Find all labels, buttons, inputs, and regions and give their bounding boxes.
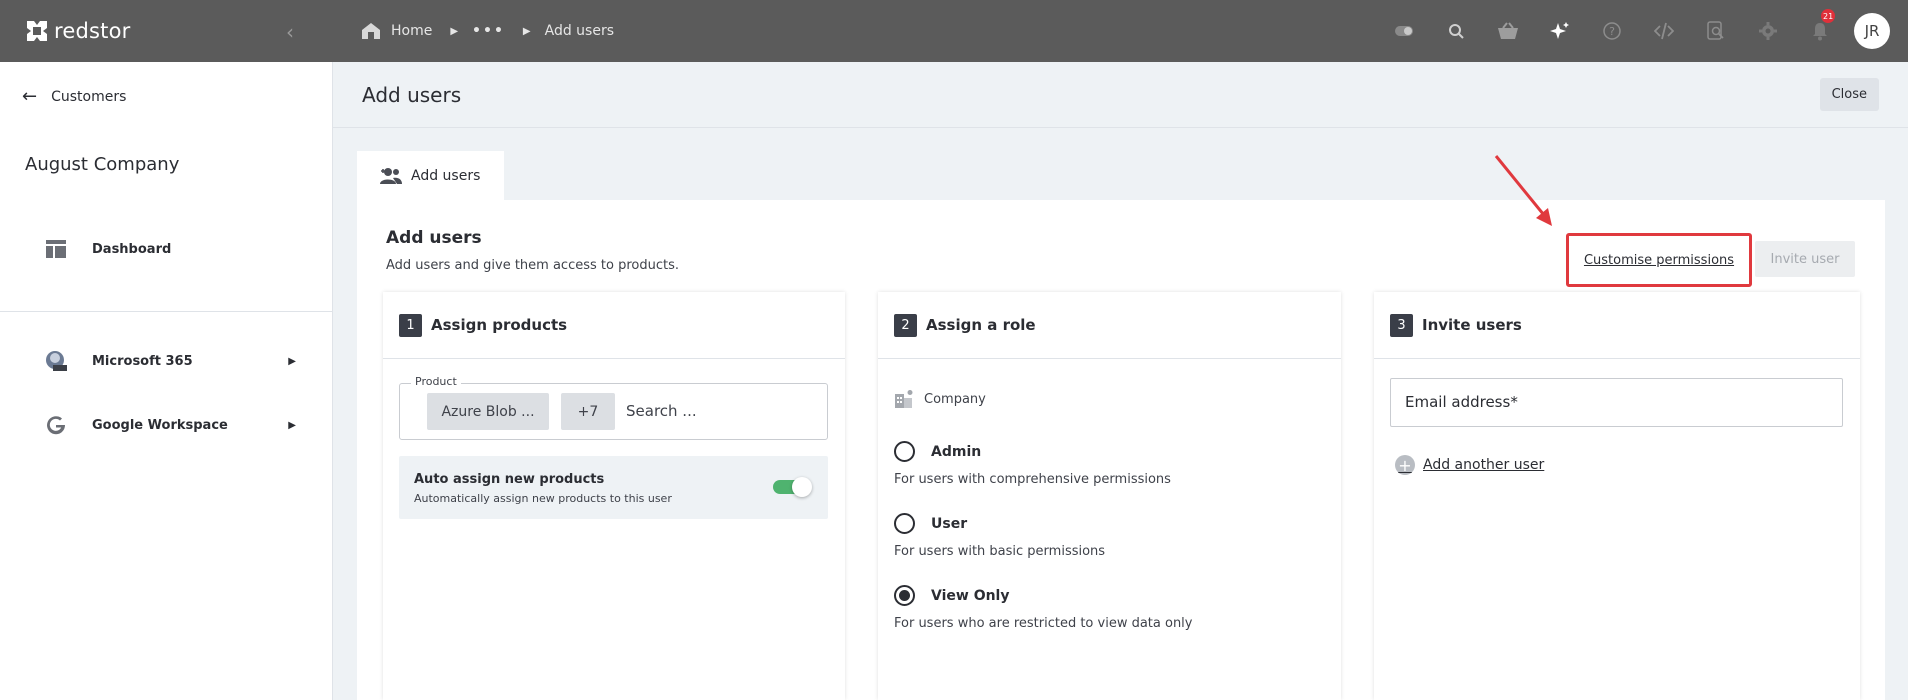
customise-permissions-highlight: Customise permissions — [1566, 233, 1752, 287]
close-button[interactable]: Close — [1819, 78, 1879, 111]
tab-add-users[interactable]: Add users — [357, 151, 504, 200]
sidebar-item-label: Dashboard — [92, 241, 172, 257]
tab-label: Add users — [411, 167, 481, 184]
caret-right-icon[interactable]: ▶ — [288, 356, 296, 367]
role-description: For users with comprehensive permissions — [894, 472, 1171, 487]
annotation-arrow-icon — [1494, 155, 1552, 226]
microsoft-365-icon — [46, 351, 67, 371]
radio-button[interactable] — [894, 441, 915, 462]
search-icon[interactable] — [1430, 23, 1482, 39]
gear-icon[interactable] — [1742, 21, 1794, 41]
back-label: Customers — [51, 88, 127, 105]
svg-text:?: ? — [1609, 25, 1615, 38]
product-select[interactable]: Product Azure Blob ... +7 — [399, 375, 828, 440]
role-option-user[interactable]: User — [894, 513, 967, 534]
role-label: Admin — [931, 443, 982, 460]
bell-icon[interactable]: 21 — [1794, 9, 1846, 41]
more-products-chip[interactable]: +7 — [561, 393, 615, 430]
sidebar: ← Customers August Company Dashboard Mic… — [0, 62, 333, 700]
top-icons: ? 21 JR — [1378, 0, 1908, 62]
toggle-knob — [792, 477, 812, 497]
breadcrumb-home[interactable]: Home — [391, 23, 432, 39]
sidebar-item-label: Google Workspace — [92, 417, 228, 433]
breadcrumb-current: Add users — [544, 23, 614, 39]
product-search-input[interactable] — [626, 402, 816, 420]
step-header: 3 Invite users — [1374, 292, 1860, 359]
product-label: Product — [411, 375, 461, 388]
arrow-left-icon: ← — [22, 86, 38, 107]
brand-name: redstor — [54, 19, 131, 43]
scope-company: Company — [894, 389, 986, 409]
radio-button-selected[interactable] — [894, 585, 915, 606]
sidebar-item-dashboard[interactable]: Dashboard — [46, 240, 171, 258]
role-description: For users with basic permissions — [894, 544, 1106, 559]
chevron-right-icon: ▶ — [450, 25, 459, 37]
role-label: User — [931, 515, 968, 532]
top-bar: redstor ‹ Home ▶ ••• ▶ Add users ? 21 JR — [0, 0, 1908, 62]
step-number: 1 — [399, 313, 422, 337]
notification-badge: 21 — [1821, 9, 1836, 23]
toggle-icon[interactable] — [1378, 26, 1430, 36]
invite-users-panel: 3 Invite users + Add another user — [1374, 292, 1860, 700]
add-another-user-link[interactable]: + Add another user — [1395, 455, 1544, 475]
code-icon[interactable] — [1638, 22, 1690, 40]
auto-assign-panel: Auto assign new products Automatically a… — [399, 456, 828, 519]
avatar[interactable]: JR — [1854, 13, 1890, 49]
step-title: Assign a role — [926, 316, 1036, 334]
sidebar-divider — [0, 311, 333, 312]
radio-button[interactable] — [894, 513, 915, 534]
breadcrumb-ellipsis[interactable]: ••• — [472, 23, 505, 39]
add-users-card: Add users Add users and give them access… — [357, 200, 1885, 700]
step-header: 1 Assign products — [383, 292, 845, 359]
building-icon — [895, 390, 913, 408]
page-header: Add users Close — [333, 62, 1908, 128]
sidebar-item-label: Microsoft 365 — [92, 353, 193, 369]
assign-products-panel: 1 Assign products Product Azure Blob ...… — [383, 292, 845, 700]
google-workspace-icon — [47, 416, 66, 435]
plus-circle-icon: + — [1395, 455, 1415, 475]
card-subtitle: Add users and give them access to produc… — [386, 258, 679, 273]
customise-permissions-link[interactable]: Customise permissions — [1584, 253, 1734, 268]
basket-icon[interactable] — [1482, 22, 1534, 40]
product-chip[interactable]: Azure Blob ... — [427, 393, 549, 430]
brand: redstor ‹ — [0, 0, 333, 62]
step-header: 2 Assign a role — [878, 292, 1341, 359]
redstor-logo-icon — [27, 21, 47, 41]
sidebar-item-microsoft-365[interactable]: Microsoft 365 ▶ — [44, 349, 296, 373]
step-title: Assign products — [431, 316, 568, 334]
card-heading: Add users — [386, 228, 482, 248]
step-number: 2 — [894, 313, 917, 337]
auto-assign-description: Automatically assign new products to thi… — [414, 492, 672, 505]
page-title: Add users — [362, 83, 462, 107]
invite-user-button[interactable]: Invite user — [1755, 241, 1855, 277]
dashboard-icon — [46, 240, 66, 258]
collapse-sidebar-icon[interactable]: ‹ — [286, 20, 294, 44]
caret-right-icon[interactable]: ▶ — [288, 420, 296, 431]
add-another-label: Add another user — [1423, 457, 1545, 473]
search-document-icon[interactable] — [1690, 21, 1742, 41]
role-description: For users who are restricted to view dat… — [894, 616, 1193, 631]
auto-assign-toggle[interactable] — [773, 477, 812, 497]
step-title: Invite users — [1422, 316, 1522, 334]
breadcrumb: Home ▶ ••• ▶ Add users — [333, 22, 614, 40]
home-icon[interactable] — [361, 22, 381, 40]
assign-role-panel: 2 Assign a role Company Admin For users … — [878, 292, 1341, 700]
role-option-admin[interactable]: Admin — [894, 441, 981, 462]
role-label: View Only — [931, 587, 1010, 604]
chevron-right-icon: ▶ — [522, 25, 531, 37]
email-input[interactable] — [1405, 393, 1825, 411]
help-icon[interactable]: ? — [1586, 22, 1638, 40]
scope-label: Company — [924, 391, 986, 407]
sparkle-icon[interactable] — [1534, 21, 1586, 41]
auto-assign-title: Auto assign new products — [414, 472, 605, 487]
email-field[interactable] — [1390, 378, 1843, 427]
back-to-customers[interactable]: ← Customers — [22, 86, 126, 107]
role-option-view-only[interactable]: View Only — [894, 585, 1009, 606]
sidebar-item-google-workspace[interactable]: Google Workspace ▶ — [44, 413, 296, 437]
add-users-icon — [380, 167, 402, 184]
company-name: August Company — [25, 154, 180, 175]
step-number: 3 — [1390, 313, 1413, 337]
